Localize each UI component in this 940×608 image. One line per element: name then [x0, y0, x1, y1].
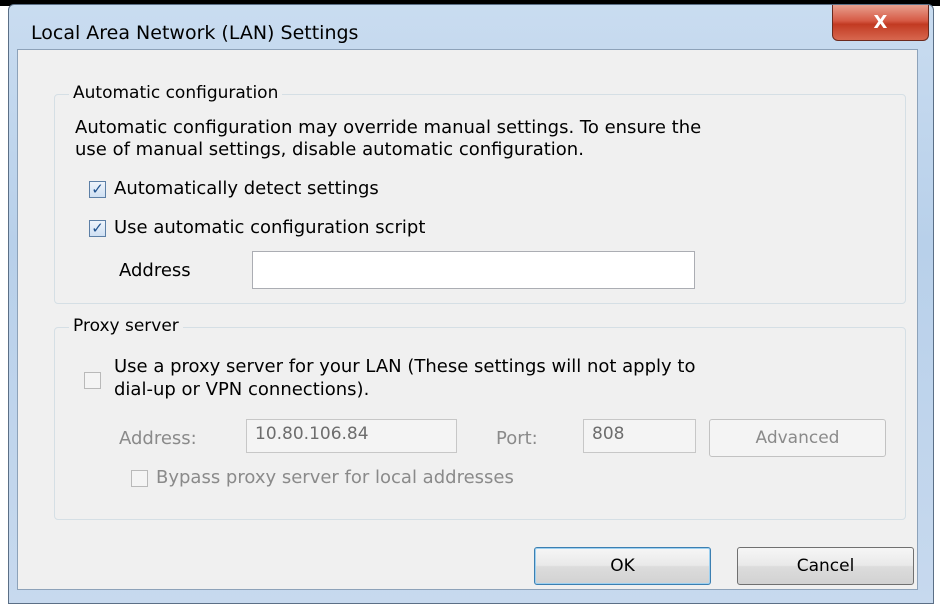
- proxy-port-label: Port:: [496, 428, 538, 449]
- script-address-label: Address: [119, 260, 191, 281]
- auto-config-script-checkbox[interactable]: ✓: [89, 220, 106, 237]
- automatic-configuration-legend: Automatic configuration: [69, 83, 283, 103]
- auto-config-description-line2: use of manual settings, disable automati…: [75, 139, 584, 160]
- bypass-local-checkbox[interactable]: [131, 470, 148, 487]
- proxy-port-input[interactable]: 808: [583, 419, 696, 453]
- close-button[interactable]: X: [832, 5, 929, 41]
- proxy-address-label: Address:: [119, 428, 197, 449]
- use-proxy-label-line2[interactable]: dial-up or VPN connections).: [114, 379, 369, 400]
- lan-settings-dialog: Local Area Network (LAN) Settings X Auto…: [8, 4, 934, 604]
- checkmark-icon: ✓: [91, 180, 104, 198]
- use-proxy-checkbox[interactable]: [84, 372, 101, 389]
- cancel-button[interactable]: Cancel: [737, 547, 914, 585]
- bypass-local-label[interactable]: Bypass proxy server for local addresses: [156, 467, 514, 488]
- proxy-server-legend: Proxy server: [69, 316, 183, 336]
- dialog-title: Local Area Network (LAN) Settings: [31, 22, 359, 44]
- proxy-address-input[interactable]: 10.80.106.84: [246, 419, 457, 453]
- close-icon: X: [873, 12, 888, 33]
- use-proxy-label-line1[interactable]: Use a proxy server for your LAN (These s…: [114, 356, 695, 377]
- auto-detect-label[interactable]: Automatically detect settings: [114, 178, 379, 199]
- script-address-input[interactable]: [252, 251, 695, 289]
- auto-config-script-label[interactable]: Use automatic configuration script: [114, 217, 425, 238]
- auto-detect-checkbox[interactable]: ✓: [89, 181, 106, 198]
- advanced-button[interactable]: Advanced: [709, 419, 886, 457]
- auto-config-description-line1: Automatic configuration may override man…: [75, 117, 702, 138]
- checkmark-icon: ✓: [91, 219, 104, 237]
- dialog-client-area: Automatic configuration Automatic config…: [17, 49, 918, 590]
- ok-button[interactable]: OK: [534, 547, 711, 585]
